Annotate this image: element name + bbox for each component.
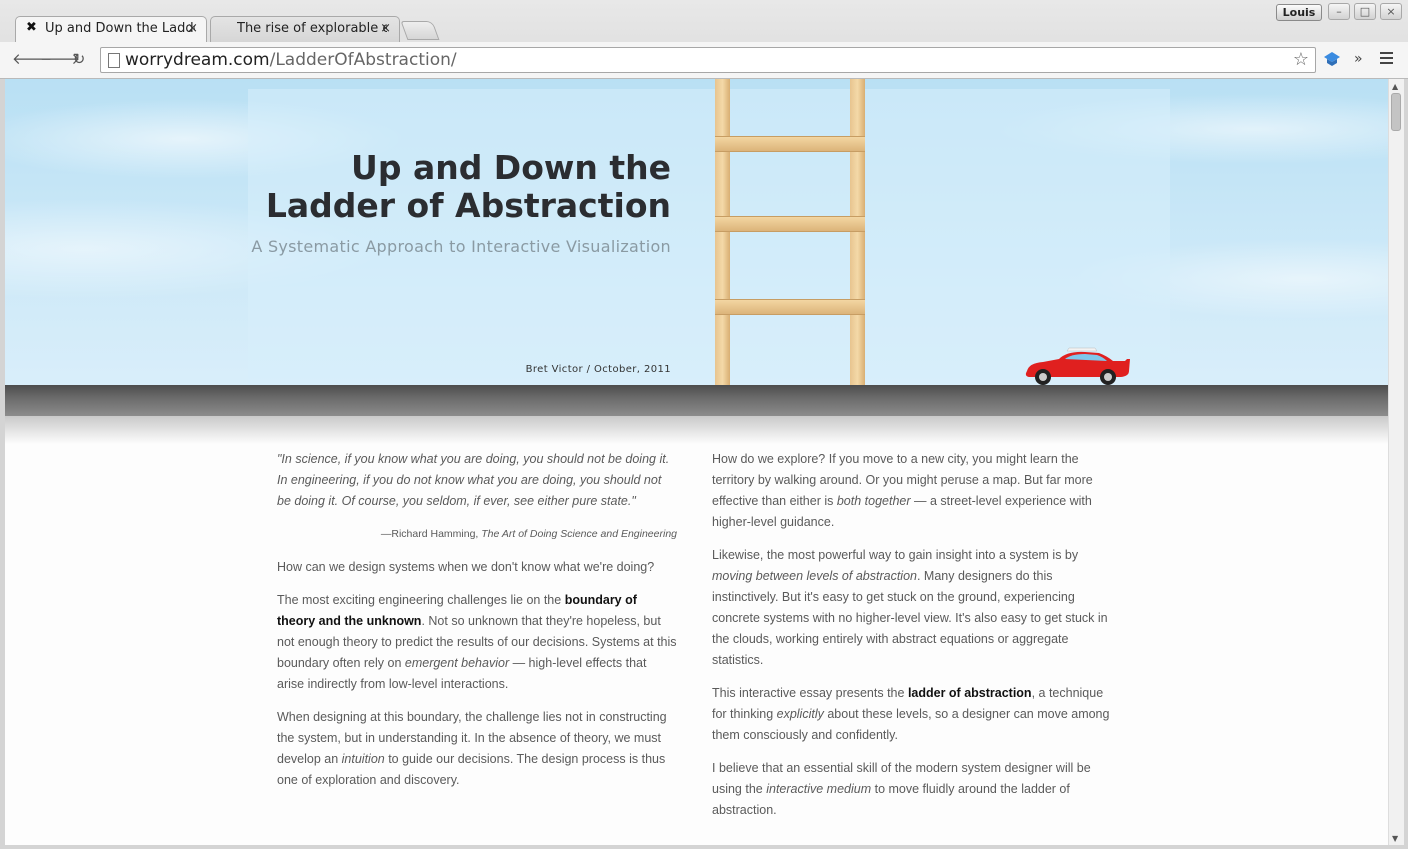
article-left-column: "In science, if you know what you are do… xyxy=(277,449,677,803)
scroll-up-arrow-icon[interactable]: ▲ xyxy=(1392,82,1398,91)
paragraph: Likewise, the most powerful way to gain … xyxy=(712,545,1112,671)
paragraph: I believe that an essential skill of the… xyxy=(712,758,1112,821)
page-icon xyxy=(108,53,120,68)
tab-title: Up and Down the Ladder of Abstraction xyxy=(45,21,195,36)
text: The most exciting engineering challenges… xyxy=(277,593,565,607)
emphasis-italic: intuition xyxy=(341,752,385,766)
tab-title: The rise of explorable explanations xyxy=(237,21,387,36)
paragraph: When designing at this boundary, the cha… xyxy=(277,707,677,791)
emphasis-italic: emergent behavior xyxy=(404,656,510,670)
browser-chrome: ✖ Up and Down the Ladder of Abstraction … xyxy=(0,0,1408,79)
reload-button[interactable]: ↻ xyxy=(70,50,88,68)
red-car-illustration xyxy=(1025,347,1130,385)
new-tab-button[interactable] xyxy=(400,21,440,40)
vertical-scrollbar[interactable]: ▲ ▼ xyxy=(1388,79,1404,845)
page-viewport: Up and Down the Ladder of Abstraction A … xyxy=(5,79,1388,845)
epigraph-attribution: —Richard Hamming, The Art of Doing Scien… xyxy=(277,524,677,545)
url-host: worrydream.com xyxy=(125,50,270,70)
bookmark-star-icon[interactable]: ☆ xyxy=(1293,49,1309,70)
tab-explorable-explanations[interactable]: The rise of explorable explanations × xyxy=(210,16,400,42)
page-title: Up and Down the Ladder of Abstraction xyxy=(245,149,671,225)
extension-icon[interactable] xyxy=(1323,51,1341,67)
minimize-button[interactable]: – xyxy=(1328,3,1350,20)
url-path: /LadderOfAbstraction/ xyxy=(269,50,457,70)
scroll-thumb[interactable] xyxy=(1391,93,1401,131)
address-bar[interactable]: worrydream.com/LadderOfAbstraction/ ☆ xyxy=(100,47,1316,73)
ladder-illustration xyxy=(715,79,865,385)
byline: Bret Victor / October, 2011 xyxy=(525,364,671,375)
window-close-button[interactable]: × xyxy=(1380,3,1402,20)
article-right-column: How do we explore? If you move to a new … xyxy=(712,449,1112,833)
epigraph-quote: "In science, if you know what you are do… xyxy=(277,452,670,508)
emphasis-bold: ladder of abstraction xyxy=(907,686,1032,700)
hero-banner: Up and Down the Ladder of Abstraction A … xyxy=(5,79,1388,385)
title-line-1: Up and Down the xyxy=(351,148,671,187)
close-tab-icon[interactable]: × xyxy=(380,21,391,36)
paragraph: This interactive essay presents the ladd… xyxy=(712,683,1112,746)
profile-badge[interactable]: Louis xyxy=(1276,4,1322,21)
paragraph: How do we explore? If you move to a new … xyxy=(712,449,1112,533)
quote-author: —Richard Hamming, xyxy=(380,528,482,540)
title-line-2: Ladder of Abstraction xyxy=(265,186,671,225)
maximize-button[interactable]: □ xyxy=(1354,3,1376,20)
text: Likewise, the most powerful way to gain … xyxy=(712,548,1079,562)
tab-ladder-of-abstraction[interactable]: ✖ Up and Down the Ladder of Abstraction … xyxy=(15,16,207,42)
url-text[interactable]: worrydream.com/LadderOfAbstraction/ xyxy=(125,50,457,70)
scroll-down-arrow-icon[interactable]: ▼ xyxy=(1392,834,1398,843)
road-shadow xyxy=(5,416,1388,444)
emphasis-italic: interactive medium xyxy=(766,782,872,796)
window-frame-bottom xyxy=(0,845,1408,849)
menu-icon[interactable] xyxy=(1380,52,1393,64)
back-button[interactable]: 🡐 xyxy=(12,50,52,68)
ladder-favicon-icon: ✖ xyxy=(26,20,37,35)
emphasis-italic: explicitly xyxy=(776,707,824,721)
close-tab-icon[interactable]: × xyxy=(187,21,198,36)
text: This interactive essay presents the xyxy=(712,686,908,700)
road xyxy=(5,385,1388,416)
emphasis-italic: both together xyxy=(836,494,911,508)
paragraph: The most exciting engineering challenges… xyxy=(277,590,677,695)
more-extensions-icon[interactable]: » xyxy=(1354,51,1363,67)
forward-button[interactable]: 🡒 xyxy=(40,50,80,68)
page-subtitle: A Systematic Approach to Interactive Vis… xyxy=(251,237,671,256)
quote-source: The Art of Doing Science and Engineering xyxy=(481,528,677,540)
text: . Many designers do this instinctively. … xyxy=(712,569,1108,667)
toolbar: 🡐 🡒 ↻ worrydream.com/LadderOfAbstraction… xyxy=(0,42,1408,78)
emphasis-italic: moving between levels of abstraction xyxy=(712,569,917,583)
paragraph: How can we design systems when we don't … xyxy=(277,560,655,574)
